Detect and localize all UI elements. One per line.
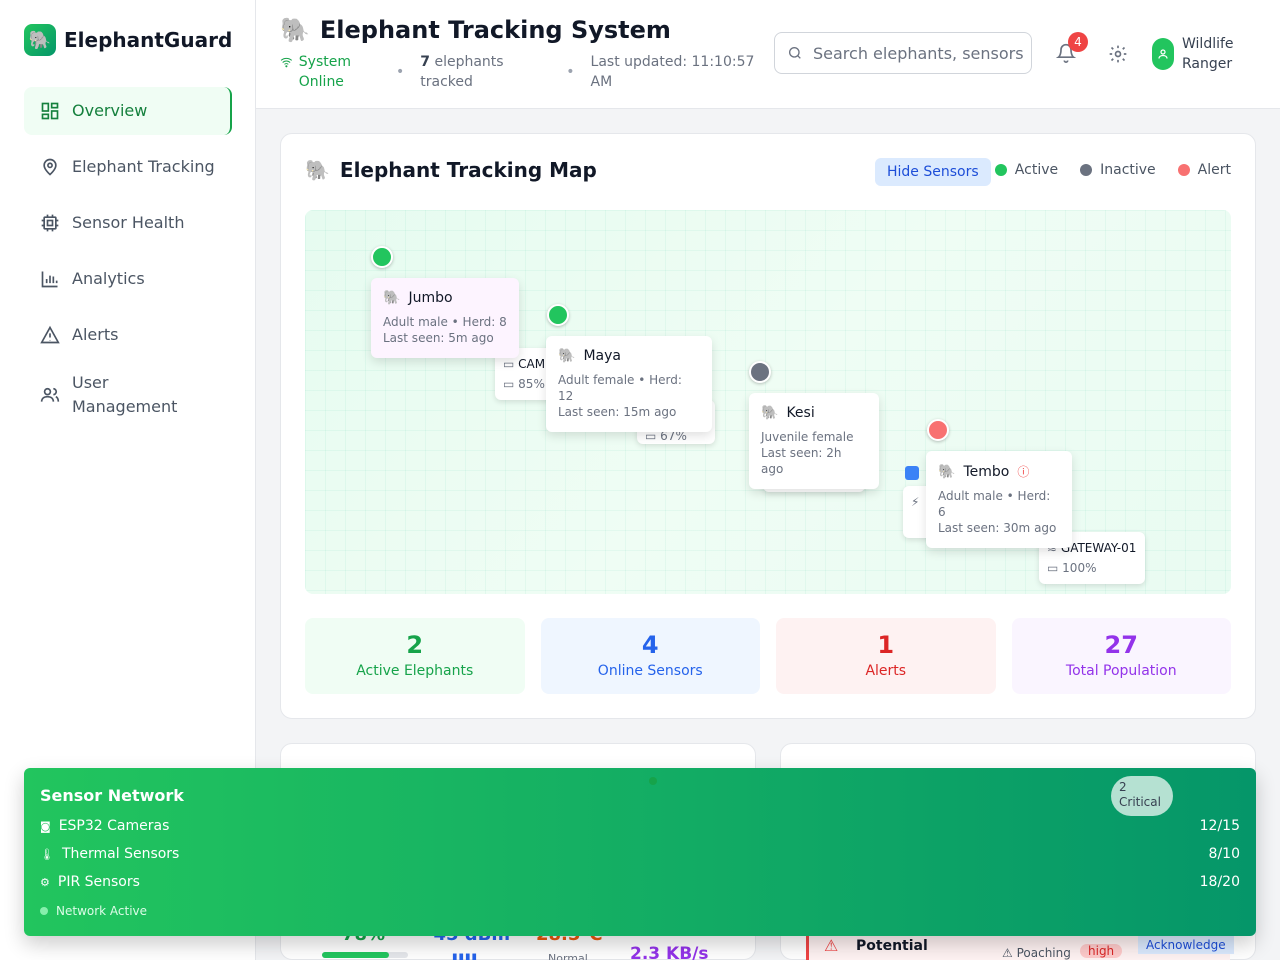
signal-bars: ▮▮▮▮ bbox=[452, 952, 479, 960]
network-title: Sensor Network bbox=[40, 786, 184, 805]
pir-icon: ⚙ bbox=[40, 875, 50, 889]
map-title: 🐘 Elephant Tracking Map bbox=[305, 158, 597, 182]
search-icon bbox=[789, 47, 801, 59]
status-dot bbox=[649, 777, 657, 785]
map-legend: Active Inactive Alert bbox=[994, 162, 1231, 178]
page-title: 🐘 Elephant Tracking System bbox=[280, 16, 671, 44]
separator: • bbox=[396, 64, 405, 80]
elephant-icon: 🐘 bbox=[24, 24, 56, 56]
bar-chart-icon bbox=[41, 271, 58, 288]
elephant-icon: 🐘 bbox=[280, 16, 310, 44]
sidebar-nav: Overview Elephant Tracking Sensor Health… bbox=[24, 87, 232, 431]
brand-name: ElephantGuard bbox=[64, 28, 233, 52]
sidebar-item-label: User Management bbox=[72, 373, 178, 416]
alert-circle-icon: ⓘ bbox=[1017, 465, 1030, 479]
alert-dot bbox=[1177, 164, 1190, 176]
sensor-marker[interactable] bbox=[905, 466, 919, 480]
stat-online-sensors: 4 Online Sensors bbox=[540, 618, 760, 694]
status-dot bbox=[40, 907, 48, 915]
alert-triangle-icon bbox=[40, 325, 60, 344]
stat-alerts: 1 Alerts bbox=[776, 618, 996, 694]
dashboard-icon bbox=[41, 102, 59, 120]
camera-icon: ◙ bbox=[40, 819, 51, 833]
gear-icon[interactable] bbox=[1108, 44, 1128, 64]
inactive-dot bbox=[1080, 164, 1093, 176]
wifi-icon bbox=[280, 57, 293, 68]
users-icon bbox=[40, 387, 60, 402]
chip-icon bbox=[41, 214, 59, 232]
sidebar-item-label: Elephant Tracking bbox=[72, 157, 215, 176]
elephant-icon: 🐘 bbox=[938, 463, 956, 480]
header: 🐘 Elephant Tracking System System Online… bbox=[256, 0, 1280, 109]
network-row-cameras: ◙ ESP32 Cameras 12/15 bbox=[40, 818, 1240, 834]
battery-icon: ▭ bbox=[1047, 561, 1059, 575]
network-row-pir: ⚙ PIR Sensors 18/20 bbox=[40, 874, 1240, 890]
notification-badge: 4 bbox=[1068, 32, 1088, 52]
user-name: Wildlife Ranger bbox=[1182, 36, 1234, 72]
alert-triangle-icon: ⚠ bbox=[824, 936, 839, 955]
sidebar-item-overview[interactable]: Overview bbox=[24, 87, 232, 135]
stat-total-population: 27 Total Population bbox=[1011, 618, 1231, 694]
tracked-count: 7 elephants tracked bbox=[420, 54, 504, 90]
tracking-map-card: 🐘 Elephant Tracking Map Hide Sensors Act… bbox=[280, 133, 1256, 719]
elephant-marker-tembo[interactable] bbox=[927, 419, 949, 441]
thermometer-icon: 🌡 bbox=[40, 847, 54, 861]
avatar bbox=[1152, 38, 1174, 70]
sidebar-item-label: Alerts bbox=[72, 325, 119, 344]
sidebar-item-label: Analytics bbox=[72, 269, 145, 288]
network-row-thermal: 🌡 Thermal Sensors 8/10 bbox=[40, 846, 1240, 862]
active-dot bbox=[994, 164, 1007, 176]
elephant-popup-kesi[interactable]: 🐘 Kesi Juvenile female Last seen: 2h ago bbox=[749, 393, 879, 489]
sidebar-item-analytics[interactable]: Analytics bbox=[24, 255, 232, 303]
user-menu[interactable]: Wildlife Ranger bbox=[1152, 34, 1262, 74]
sidebar-item-user-management[interactable]: User Management bbox=[24, 367, 232, 423]
elephant-marker-maya[interactable] bbox=[547, 304, 569, 326]
sidebar-item-alerts[interactable]: Alerts bbox=[24, 311, 232, 359]
user-icon bbox=[1158, 49, 1168, 59]
hide-sensors-button[interactable]: Hide Sensors bbox=[875, 158, 991, 186]
battery-bar bbox=[322, 952, 408, 958]
sidebar-item-sensor-health[interactable]: Sensor Health bbox=[24, 199, 232, 247]
sidebar-item-label: Overview bbox=[72, 101, 148, 120]
network-active: Network Active bbox=[40, 904, 147, 918]
sidebar-item-elephant-tracking[interactable]: Elephant Tracking bbox=[24, 143, 232, 191]
brand[interactable]: 🐘 ElephantGuard bbox=[24, 24, 232, 56]
elephant-marker-jumbo[interactable] bbox=[371, 246, 393, 268]
status-online: System Online bbox=[280, 52, 380, 92]
last-updated: Last updated: 11:10:57 AM bbox=[590, 54, 755, 90]
acknowledge-button[interactable]: Acknowledge bbox=[1138, 936, 1234, 954]
camera-icon: ▭ bbox=[503, 357, 515, 371]
sidebar-item-label: Sensor Health bbox=[72, 213, 185, 232]
map-area[interactable]: ▭ CAM ▭ 85% ▭ 67% ⚡ ≋ GATEWAY-01 ▭ 100% … bbox=[305, 210, 1231, 594]
elephant-icon: 🐘 bbox=[761, 405, 779, 421]
elephant-icon: 🐘 bbox=[383, 290, 401, 306]
critical-badge[interactable]: 2 Critical bbox=[1111, 776, 1173, 816]
search-box[interactable] bbox=[774, 32, 1032, 74]
elephant-popup-jumbo[interactable]: 🐘 Jumbo Adult male • Herd: 8 Last seen: 5… bbox=[371, 278, 519, 358]
severity-badge: high bbox=[1080, 944, 1123, 958]
elephant-popup-tembo[interactable]: 🐘 Tembo ⓘ Adult male • Herd: 6 Last seen: … bbox=[926, 451, 1072, 548]
search-input[interactable] bbox=[813, 43, 1023, 63]
stat-active-elephants: 2 Active Elephants bbox=[305, 618, 525, 694]
elephant-marker-kesi[interactable] bbox=[749, 361, 771, 383]
sensor-network-panel: Sensor Network 2 Critical ◙ ESP32 Cameras… bbox=[24, 768, 1256, 936]
separator: • bbox=[566, 64, 575, 80]
battery-icon: ▭ bbox=[503, 377, 515, 391]
alert-triangle-icon: ⚠ bbox=[1002, 946, 1013, 960]
status-row: System Online • 7 elephants tracked • La… bbox=[280, 52, 761, 92]
map-stats: 2 Active Elephants 4 Online Sensors 1 Al… bbox=[305, 618, 1231, 694]
elephant-icon: 🐘 bbox=[558, 348, 576, 364]
elephant-icon: 🐘 bbox=[305, 158, 330, 182]
elephant-popup-maya[interactable]: 🐘 Maya Adult female • Herd: 12 Last seen:… bbox=[546, 336, 712, 432]
map-pin-icon bbox=[43, 158, 57, 176]
